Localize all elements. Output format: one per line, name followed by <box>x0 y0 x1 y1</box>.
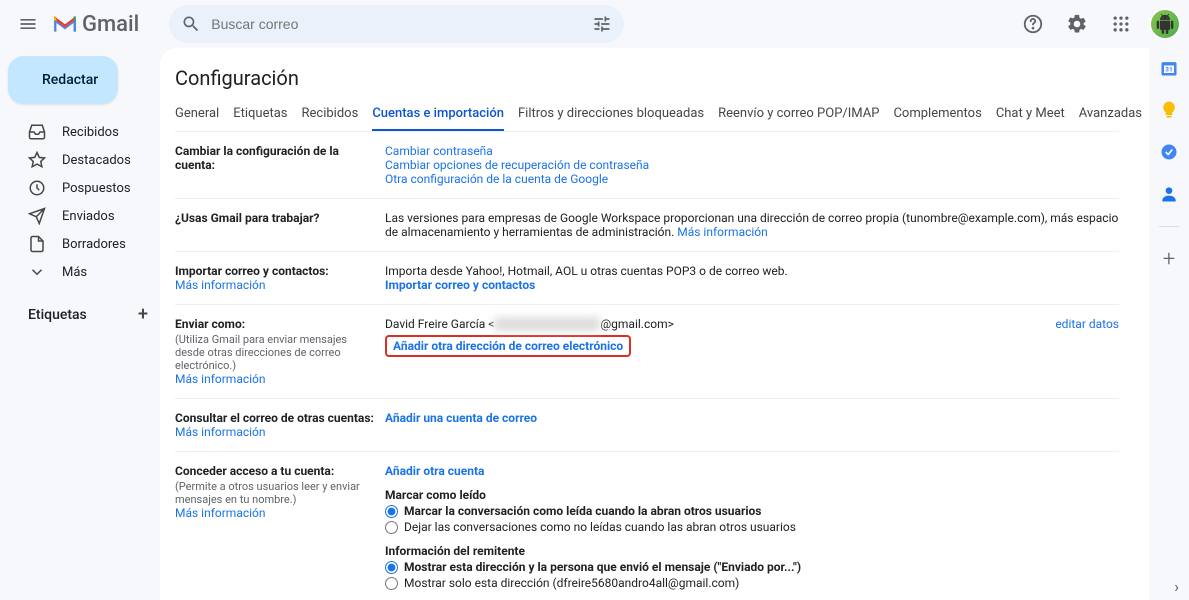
hamburger-icon <box>18 14 38 34</box>
page-title: Configuración <box>175 60 1119 98</box>
add-delegate-link[interactable]: Añadir otra cuenta <box>385 464 484 478</box>
check-other-label: Consultar el correo de otras cuentas: <box>175 411 375 425</box>
search-bar[interactable] <box>169 5 624 43</box>
tasks-app-icon[interactable] <box>1159 142 1179 162</box>
tab-addons[interactable]: Complementos <box>893 98 981 131</box>
tab-chat-meet[interactable]: Chat y Meet <box>996 98 1065 131</box>
section-workspace: ¿Usas Gmail para trabajar? Las versiones… <box>175 199 1119 252</box>
section-send-as: Enviar como: (Utiliza Gmail para enviar … <box>175 305 1119 399</box>
contacts-app-icon[interactable] <box>1159 184 1179 204</box>
gmail-wordmark: Gmail <box>82 12 139 37</box>
gmail-logo[interactable]: Gmail <box>52 12 139 37</box>
add-email-address-link[interactable]: Añadir otra dirección de correo electrón… <box>393 339 623 353</box>
section-grant-access: Conceder acceso a tu cuenta: (Permite a … <box>175 452 1119 600</box>
edit-data-link[interactable]: editar datos <box>1055 317 1119 331</box>
add-mail-account-link[interactable]: Añadir una cuenta de correo <box>385 411 537 425</box>
labels-header: Etiquetas <box>28 307 87 323</box>
send-as-more-link[interactable]: Más información <box>175 372 266 386</box>
gmail-icon <box>52 14 78 34</box>
import-text: Importa desde Yahoo!, Hotmail, AOL u otr… <box>385 264 1119 278</box>
android-icon <box>1155 14 1175 34</box>
search-input[interactable] <box>211 16 592 32</box>
sidebar-item-more[interactable]: Más <box>8 258 160 286</box>
tab-accounts-import[interactable]: Cuentas e importación <box>372 98 504 131</box>
sidebar: Redactar Recibidos Destacados Pospuestos… <box>0 48 160 600</box>
change-recovery-link[interactable]: Cambiar opciones de recuperación de cont… <box>385 158 649 172</box>
help-icon <box>1022 13 1044 35</box>
keep-app-icon[interactable] <box>1159 100 1179 120</box>
check-other-more-link[interactable]: Más información <box>175 425 266 439</box>
settings-button[interactable] <box>1057 4 1097 44</box>
sender-opt1[interactable]: Mostrar esta dirección y la persona que … <box>385 560 1119 574</box>
sender-info-header: Información del remitente <box>385 544 1119 558</box>
section-change-account: Cambiar la configuración de la cuenta: C… <box>175 132 1119 199</box>
main-menu-button[interactable] <box>8 4 48 44</box>
tune-icon[interactable] <box>592 14 612 34</box>
mark-read-opt2[interactable]: Dejar las conversaciones como no leídas … <box>385 520 1119 534</box>
send-as-email-masked: ████████████ <box>494 317 600 331</box>
change-account-label: Cambiar la configuración de la cuenta: <box>175 144 385 186</box>
add-label-button[interactable]: + <box>138 304 148 325</box>
other-google-settings-link[interactable]: Otra configuración de la cuenta de Googl… <box>385 172 608 186</box>
send-icon <box>28 207 46 225</box>
compose-label: Redactar <box>42 72 98 88</box>
sender-radio1[interactable] <box>385 561 398 574</box>
grant-sub: (Permite a otros usuarios leer y enviar … <box>175 480 375 506</box>
tab-forwarding-pop-imap[interactable]: Reenvío y correo POP/IMAP <box>718 98 879 131</box>
sidebar-item-sent[interactable]: Enviados <box>8 202 160 230</box>
sidebar-item-starred[interactable]: Destacados <box>8 146 160 174</box>
mark-read-radio2[interactable] <box>385 521 398 534</box>
mark-read-opt1[interactable]: Marcar la conversación como leída cuando… <box>385 504 1119 518</box>
apps-grid-icon <box>1111 14 1131 34</box>
workspace-label: ¿Usas Gmail para trabajar? <box>175 211 385 239</box>
import-label: Importar correo y contactos: <box>175 264 375 278</box>
account-avatar[interactable] <box>1149 8 1181 40</box>
workspace-more-link[interactable]: Más información <box>677 225 768 239</box>
tab-filters[interactable]: Filtros y direcciones bloqueadas <box>518 98 704 131</box>
send-as-label: Enviar como: <box>175 317 375 331</box>
sidebar-item-drafts[interactable]: Borradores <box>8 230 160 258</box>
add-addon-button[interactable]: + <box>1159 249 1179 269</box>
import-more-link[interactable]: Más información <box>175 278 266 292</box>
compose-button[interactable]: Redactar <box>8 56 118 104</box>
section-import: Importar correo y contactos: Más informa… <box>175 252 1119 305</box>
tab-advanced[interactable]: Avanzadas <box>1079 98 1142 131</box>
chevron-down-icon <box>28 263 46 281</box>
gear-icon <box>1066 13 1088 35</box>
calendar-app-icon[interactable]: 31 <box>1159 58 1179 78</box>
send-as-sub: (Utiliza Gmail para enviar mensajes desd… <box>175 333 375 372</box>
sidebar-item-snoozed[interactable]: Pospuestos <box>8 174 160 202</box>
tab-labels[interactable]: Etiquetas <box>233 98 287 131</box>
svg-text:31: 31 <box>1165 65 1173 73</box>
grant-label: Conceder acceso a tu cuenta: <box>175 464 375 478</box>
tab-inbox[interactable]: Recibidos <box>302 98 359 131</box>
mark-read-radio1[interactable] <box>385 505 398 518</box>
right-side-panel: 31 + › <box>1149 48 1189 600</box>
sidebar-item-inbox[interactable]: Recibidos <box>8 118 160 146</box>
grant-more-link[interactable]: Más información <box>175 506 266 520</box>
clock-icon <box>28 179 46 197</box>
sender-opt2[interactable]: Mostrar solo esta dirección (dfreire5680… <box>385 576 1119 590</box>
tab-general[interactable]: General <box>175 98 219 131</box>
collapse-panel-button[interactable]: › <box>1174 577 1179 596</box>
star-icon <box>28 151 46 169</box>
help-button[interactable] <box>1013 4 1053 44</box>
import-mail-link[interactable]: Importar correo y contactos <box>385 278 535 292</box>
send-as-email-suffix: @gmail.com> <box>600 317 674 331</box>
inbox-icon <box>28 123 46 141</box>
draft-icon <box>28 235 46 253</box>
sender-radio2[interactable] <box>385 577 398 590</box>
search-icon <box>181 14 201 34</box>
section-check-other: Consultar el correo de otras cuentas: Má… <box>175 399 1119 452</box>
apps-button[interactable] <box>1101 4 1141 44</box>
send-as-name: David Freire García <box>385 317 485 331</box>
settings-tabs: General Etiquetas Recibidos Cuentas e im… <box>175 98 1119 132</box>
mark-read-header: Marcar como leído <box>385 488 1119 502</box>
main-content: Configuración General Etiquetas Recibido… <box>160 48 1149 600</box>
change-password-link[interactable]: Cambiar contraseña <box>385 144 493 158</box>
